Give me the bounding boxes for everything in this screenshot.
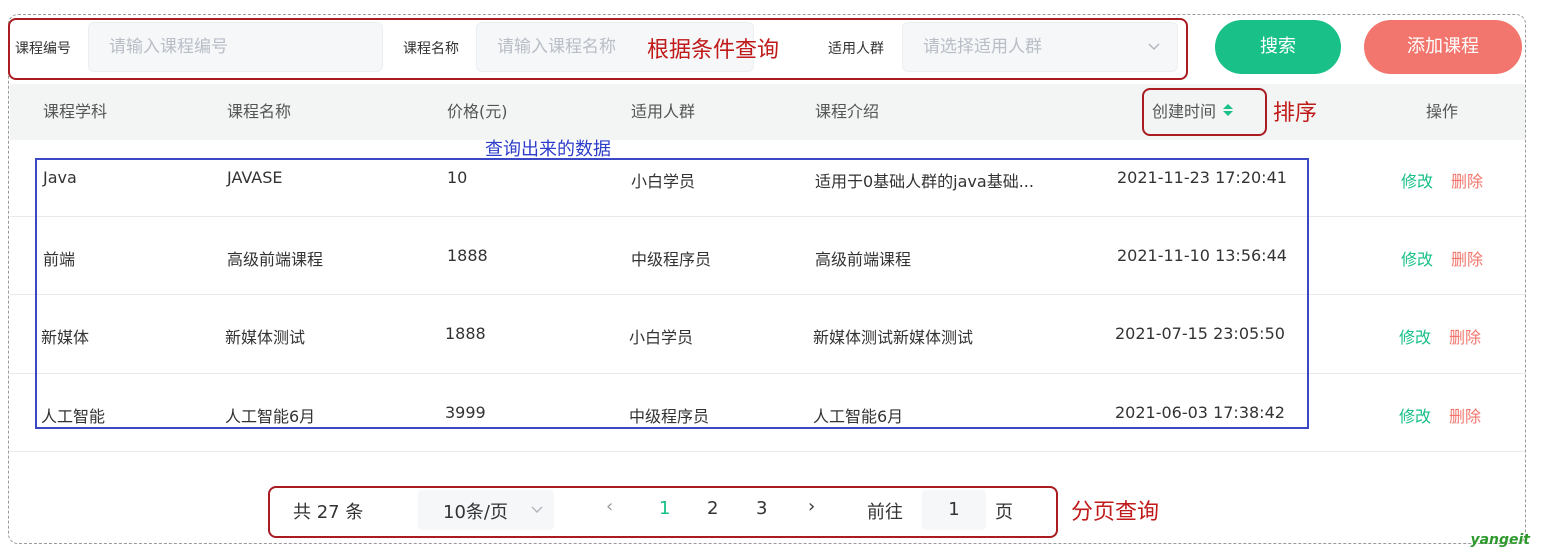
delete-button[interactable]: 删除 [1451, 168, 1483, 192]
edit-button[interactable]: 修改 [1401, 168, 1433, 192]
query-data-annotation-box [35, 158, 1309, 429]
header-course-name: 课程名称 [227, 102, 292, 121]
header-price: 价格(元) [447, 102, 508, 121]
row-divider [10, 451, 1525, 452]
header-actions: 操作 [1426, 102, 1459, 121]
query-conditions-annotation: 根据条件查询 [647, 38, 780, 63]
delete-button[interactable]: 删除 [1451, 246, 1483, 270]
query-conditions-annotation-box [8, 18, 1188, 80]
delete-button[interactable]: 删除 [1449, 403, 1481, 427]
edit-button[interactable]: 修改 [1399, 403, 1431, 427]
search-button[interactable]: 搜索 [1215, 20, 1341, 74]
delete-button[interactable]: 删除 [1449, 324, 1481, 348]
add-course-button[interactable]: 添加课程 [1364, 20, 1522, 74]
pagination-annotation-box [268, 486, 1058, 538]
edit-button[interactable]: 修改 [1399, 324, 1431, 348]
watermark-logo: yangeit [1470, 532, 1530, 548]
edit-button[interactable]: 修改 [1401, 246, 1433, 270]
header-subject: 课程学科 [43, 102, 108, 121]
pagination-annotation: 分页查询 [1071, 500, 1160, 525]
sort-annotation: 排序 [1273, 101, 1318, 126]
header-intro: 课程介绍 [815, 102, 880, 121]
header-audience: 适用人群 [631, 102, 696, 121]
sort-annotation-box [1142, 88, 1267, 136]
